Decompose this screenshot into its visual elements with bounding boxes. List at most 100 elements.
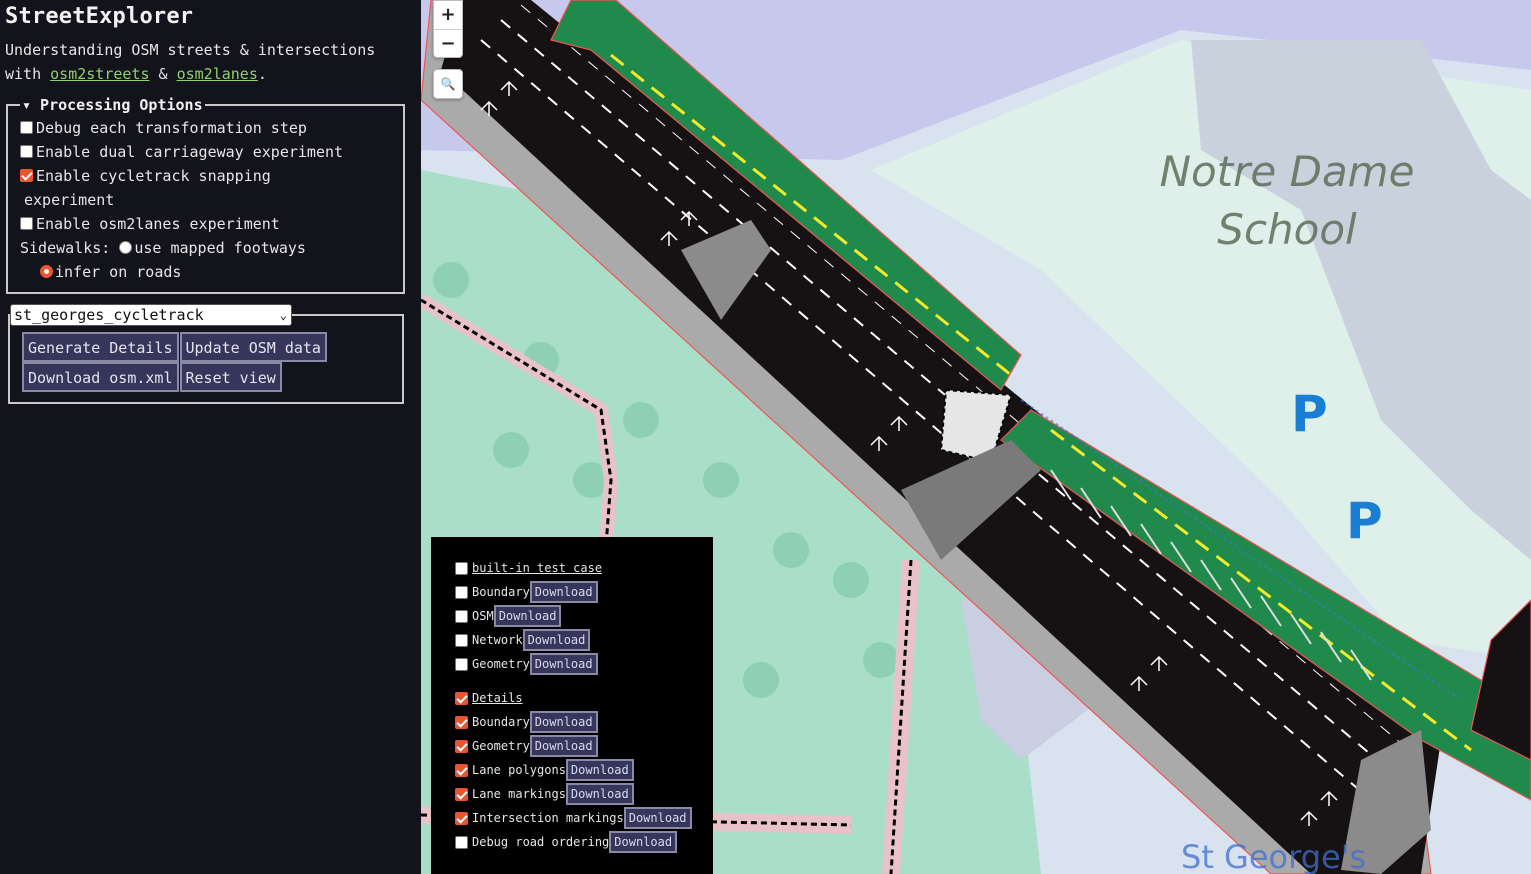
sidewalks-infer-radio[interactable]: [40, 265, 53, 278]
osm2lanes-label: Enable osm2lanes experiment: [36, 215, 280, 233]
layer-det-boundary[interactable]: Boundary Download: [455, 710, 713, 734]
test-case-select-value: st_georges_cycletrack: [14, 306, 204, 324]
osm2lanes-link[interactable]: osm2lanes: [177, 65, 258, 83]
layer-det-intersection-markings[interactable]: Intersection markings Download: [455, 806, 713, 830]
bicycle-parking-icon-2: P: [1346, 492, 1383, 550]
reset-view-button[interactable]: Reset view: [179, 362, 282, 392]
det-boundary-label: Boundary: [472, 715, 530, 729]
layer-det-lane-markings[interactable]: Lane markings Download: [455, 782, 713, 806]
test-case-select[interactable]: st_georges_cycletrack ⌄: [10, 304, 292, 326]
layer-tc-geometry[interactable]: Geometry Download: [455, 652, 713, 676]
layer-det-lane-polygons[interactable]: Lane polygons Download: [455, 758, 713, 782]
details-link[interactable]: Details: [472, 686, 523, 710]
school-label: Notre Dame School: [1157, 143, 1417, 259]
zoom-control: + −: [433, 0, 463, 58]
det-lane-polygons-download-button[interactable]: Download: [565, 759, 634, 781]
school-label-line-2: School: [1217, 205, 1357, 254]
det-road-ordering-label: Debug road ordering: [472, 835, 610, 849]
tc-osm-checkbox[interactable]: [455, 609, 468, 623]
layer-tc-boundary[interactable]: Boundary Download: [455, 580, 713, 604]
tc-osm-download-button[interactable]: Download: [493, 605, 562, 627]
layer-gap: [455, 676, 713, 686]
subtitle-with: with: [5, 65, 51, 83]
update-osm-button[interactable]: Update OSM data: [179, 332, 327, 362]
det-lane-polygons-checkbox[interactable]: [455, 763, 468, 777]
det-lane-markings-checkbox[interactable]: [455, 787, 468, 801]
layer-tc-network[interactable]: Network Download: [455, 628, 713, 652]
tc-geometry-download-button[interactable]: Download: [529, 653, 598, 675]
subtitle-line-1: Understanding OSM streets & intersection…: [5, 41, 376, 59]
layer-tc-osm[interactable]: OSM Download: [455, 604, 713, 628]
det-boundary-download-button[interactable]: Download: [529, 711, 598, 733]
det-road-ordering-checkbox[interactable]: [455, 835, 468, 849]
det-geometry-label: Geometry: [472, 739, 530, 753]
sidewalks-mapped-radio[interactable]: [119, 241, 133, 254]
processing-options-toggle[interactable]: ▾ Processing Options: [20, 96, 205, 114]
tc-boundary-download-button[interactable]: Download: [529, 581, 598, 603]
det-boundary-checkbox[interactable]: [455, 715, 468, 729]
tc-geometry-label: Geometry: [472, 657, 530, 671]
det-geometry-download-button[interactable]: Download: [529, 735, 598, 757]
tc-network-download-button[interactable]: Download: [522, 629, 591, 651]
osm2streets-link[interactable]: osm2streets: [50, 65, 149, 83]
bicycle-parking-icon: P: [1291, 385, 1328, 443]
zoom-out-button[interactable]: −: [434, 29, 462, 57]
chevron-down-icon: ⌄: [279, 308, 287, 322]
processing-options: ▾ Processing Options Debug each transfor…: [6, 96, 405, 294]
sidewalks-mapped-label: use mapped footways: [134, 239, 306, 257]
option-debug-steps[interactable]: Debug each transformation step: [20, 116, 391, 140]
det-lane-markings-label: Lane markings: [472, 787, 566, 801]
layers-panel: built-in test case Boundary Download OSM D…: [431, 537, 713, 874]
test-select-legend: st_georges_cycletrack ⌄: [10, 304, 292, 326]
det-geometry-checkbox[interactable]: [455, 739, 468, 753]
det-intersection-markings-checkbox[interactable]: [455, 811, 468, 825]
test-controls: st_georges_cycletrack ⌄ Generate Details …: [8, 304, 404, 404]
layer-det-geometry[interactable]: Geometry Download: [455, 734, 713, 758]
tc-network-label: Network: [472, 633, 523, 647]
layer-test-case[interactable]: built-in test case: [455, 556, 713, 580]
app-title: StreetExplorer: [5, 4, 194, 29]
sidewalks-infer-row[interactable]: infer on roads: [20, 260, 391, 284]
generate-details-button[interactable]: Generate Details: [22, 332, 179, 362]
sidebar: StreetExplorer Understanding OSM streets…: [0, 0, 421, 874]
layer-details[interactable]: Details: [455, 686, 713, 710]
parking-letter-2: P: [1346, 492, 1383, 550]
street-label: St George's: [1181, 838, 1367, 874]
sidewalks-infer-label: infer on roads: [55, 263, 182, 281]
sidewalks-label: Sidewalks:: [20, 239, 111, 257]
layer-det-road-ordering[interactable]: Debug road ordering Download: [455, 830, 713, 854]
debug-steps-checkbox[interactable]: [20, 121, 33, 134]
det-lane-markings-download-button[interactable]: Download: [565, 783, 634, 805]
cycletrack-snapping-checkbox[interactable]: [20, 169, 33, 182]
dual-carriageway-checkbox[interactable]: [20, 145, 33, 158]
option-osm2lanes[interactable]: Enable osm2lanes experiment: [20, 212, 391, 236]
det-intersection-markings-label: Intersection markings: [472, 811, 624, 825]
det-lane-polygons-label: Lane polygons: [472, 763, 566, 777]
download-osm-button[interactable]: Download osm.xml: [22, 362, 179, 392]
subtitle-amp: &: [149, 65, 177, 83]
det-intersection-markings-download-button[interactable]: Download: [623, 807, 692, 829]
sidewalks-row: Sidewalks: use mapped footways: [20, 236, 391, 260]
tc-boundary-checkbox[interactable]: [455, 585, 468, 599]
details-checkbox[interactable]: [455, 691, 468, 705]
tc-boundary-label: Boundary: [472, 585, 530, 599]
test-case-checkbox[interactable]: [455, 561, 468, 575]
tc-network-checkbox[interactable]: [455, 633, 468, 647]
button-row-1: Generate Details Update OSM data: [22, 332, 390, 362]
osm2lanes-checkbox[interactable]: [20, 217, 33, 230]
option-cycletrack-snapping[interactable]: Enable cycletrack snapping: [20, 164, 391, 188]
zoom-in-button[interactable]: +: [434, 1, 462, 29]
option-dual-carriageway[interactable]: Enable dual carriageway experiment: [20, 140, 391, 164]
cycletrack-snapping-label: Enable cycletrack snapping: [36, 167, 271, 185]
button-row-2: Download osm.xml Reset view: [22, 362, 390, 392]
det-road-ordering-download-button[interactable]: Download: [609, 831, 678, 853]
tc-osm-label: OSM: [472, 609, 494, 623]
cycletrack-snapping-label-cont: experiment: [24, 191, 115, 209]
subtitle-period: .: [257, 65, 267, 83]
school-label-line-1: Notre Dame: [1159, 147, 1415, 196]
subtitle-line-2: with osm2streets & osm2lanes.: [5, 62, 416, 86]
search-icon[interactable]: 🔍: [433, 69, 463, 99]
tc-geometry-checkbox[interactable]: [455, 657, 468, 671]
test-case-link[interactable]: built-in test case: [472, 556, 602, 580]
app-subtitle: Understanding OSM streets & intersection…: [5, 38, 416, 86]
